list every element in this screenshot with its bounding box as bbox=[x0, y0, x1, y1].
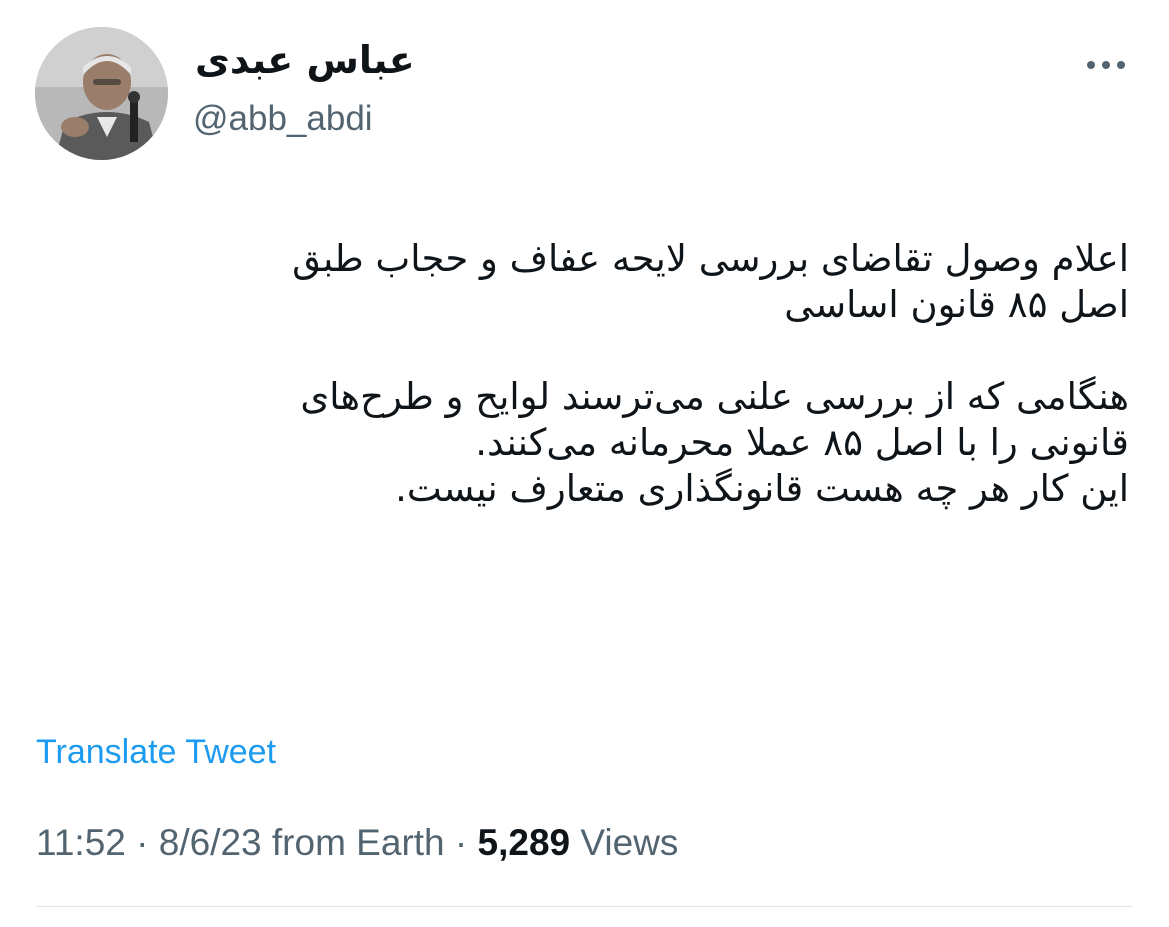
more-options-button[interactable] bbox=[1083, 50, 1129, 80]
avatar[interactable] bbox=[35, 27, 168, 160]
meta-separator: · bbox=[444, 822, 478, 863]
tweet-metadata: 11:52 · 8/6/23 from Earth · 5,289 Views bbox=[36, 822, 678, 864]
tweet-date[interactable]: 8/6/23 bbox=[159, 822, 262, 863]
translate-tweet-link[interactable]: Translate Tweet bbox=[36, 733, 276, 772]
meta-separator: · bbox=[125, 822, 159, 863]
divider bbox=[36, 906, 1133, 907]
views-label[interactable]: Views bbox=[570, 822, 678, 863]
avatar-image bbox=[35, 27, 168, 160]
more-horizontal-icon bbox=[1087, 61, 1125, 69]
views-count[interactable]: 5,289 bbox=[478, 822, 571, 863]
tweet-card: عباس عبدی @abb_abdi اعلام وصول تقاضای بر… bbox=[0, 0, 1169, 927]
author-handle[interactable]: @abb_abdi bbox=[193, 98, 373, 140]
tweet-source: from Earth bbox=[261, 822, 445, 863]
tweet-time[interactable]: 11:52 bbox=[36, 822, 126, 863]
tweet-text: اعلام وصول تقاضای بررسی لایحه عفاف و حجا… bbox=[292, 237, 1129, 510]
author-name[interactable]: عباس عبدی bbox=[195, 38, 415, 84]
